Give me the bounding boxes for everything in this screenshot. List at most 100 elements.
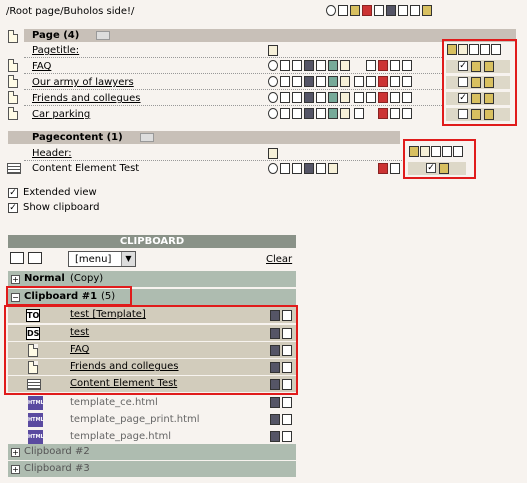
remove-icon[interactable] xyxy=(282,397,292,408)
copy-icon[interactable] xyxy=(458,44,468,55)
indent-icon[interactable] xyxy=(402,92,412,103)
row-checkbox[interactable] xyxy=(458,109,468,119)
edit-icon[interactable] xyxy=(280,163,290,174)
remove-icon[interactable] xyxy=(282,431,292,442)
page-row-faq[interactable]: FAQ xyxy=(32,61,51,72)
move-icon[interactable] xyxy=(292,108,302,119)
history-icon[interactable] xyxy=(316,108,326,119)
delete-icon[interactable] xyxy=(386,5,396,16)
new-icon[interactable] xyxy=(340,92,350,103)
page-row-friends[interactable]: Friends and collegues xyxy=(32,93,141,104)
row-checkbox[interactable] xyxy=(458,77,468,87)
history-icon[interactable] xyxy=(316,92,326,103)
hide-icon[interactable] xyxy=(378,163,388,174)
clear-link[interactable]: Clear xyxy=(266,254,292,265)
sort-up-icon[interactable] xyxy=(354,108,364,119)
expand-icon[interactable]: + xyxy=(11,465,20,474)
row-checkbox[interactable]: ✓ xyxy=(426,163,436,173)
new-record-icon[interactable] xyxy=(268,148,278,159)
page-row-lawyers[interactable]: Our army of lawyers xyxy=(32,77,134,88)
copy-to-clipboard-icon[interactable] xyxy=(439,163,449,174)
select-all-icon[interactable] xyxy=(491,44,501,55)
delete-icon[interactable] xyxy=(390,76,400,87)
edit-icon[interactable] xyxy=(280,108,290,119)
move-icon[interactable] xyxy=(292,163,302,174)
row-checkbox[interactable]: ✓ xyxy=(458,61,468,71)
info-icon[interactable] xyxy=(304,60,314,71)
cut-icon[interactable] xyxy=(410,5,420,16)
delete-icon[interactable] xyxy=(390,108,400,119)
info-icon[interactable] xyxy=(270,414,280,425)
select-all-icon[interactable] xyxy=(453,146,463,157)
template-file-label[interactable]: template_page.html xyxy=(70,431,171,442)
hide-icon[interactable] xyxy=(378,60,388,71)
edit-icon[interactable] xyxy=(469,44,479,55)
copy-icon[interactable] xyxy=(420,146,430,157)
template-file-label[interactable]: template_page_print.html xyxy=(70,414,200,425)
cut-to-clipboard-icon[interactable] xyxy=(484,77,494,88)
hide-icon[interactable] xyxy=(378,108,388,119)
indent-icon[interactable] xyxy=(402,76,412,87)
info-icon[interactable] xyxy=(304,163,314,174)
sort-down-icon[interactable] xyxy=(366,92,376,103)
camera-icon[interactable] xyxy=(10,252,24,264)
page-properties-icon[interactable] xyxy=(350,5,360,16)
template-file-label[interactable]: template_ce.html xyxy=(70,397,158,408)
sort-up-icon[interactable] xyxy=(354,76,364,87)
info-icon[interactable] xyxy=(270,431,280,442)
info-icon[interactable] xyxy=(304,76,314,87)
new-icon[interactable] xyxy=(328,163,338,174)
new-record-icon[interactable] xyxy=(268,45,278,56)
info-icon[interactable] xyxy=(304,92,314,103)
move-icon[interactable] xyxy=(292,76,302,87)
new-page-icon[interactable] xyxy=(8,30,18,43)
delete-icon[interactable] xyxy=(442,146,452,157)
search-icon[interactable] xyxy=(268,108,278,119)
perms-icon[interactable] xyxy=(328,92,338,103)
paste-icon[interactable] xyxy=(447,44,457,55)
history-icon[interactable] xyxy=(316,163,326,174)
search-icon[interactable] xyxy=(268,76,278,87)
info-icon[interactable] xyxy=(270,397,280,408)
new-icon[interactable] xyxy=(340,108,350,119)
show-clipboard-checkbox[interactable]: ✓ xyxy=(8,203,18,213)
copy-to-clipboard-icon[interactable] xyxy=(471,109,481,120)
new-icon[interactable] xyxy=(340,60,350,71)
info-icon[interactable] xyxy=(304,108,314,119)
expand-icon[interactable] xyxy=(96,31,110,40)
cut-to-clipboard-icon[interactable] xyxy=(484,93,494,104)
move-icon[interactable] xyxy=(292,92,302,103)
copy-icon[interactable] xyxy=(28,252,42,264)
expand-icon[interactable]: + xyxy=(11,448,20,457)
delete-icon[interactable] xyxy=(390,92,400,103)
sort-up-icon[interactable] xyxy=(354,92,364,103)
edit-icon[interactable] xyxy=(280,92,290,103)
search-icon[interactable] xyxy=(326,5,336,16)
history-icon[interactable] xyxy=(316,60,326,71)
cut-to-clipboard-icon[interactable] xyxy=(484,61,494,72)
clipboard-menu-select[interactable]: [menu] ▼ xyxy=(68,251,136,267)
paste-icon[interactable] xyxy=(422,5,432,16)
history-icon[interactable] xyxy=(316,76,326,87)
sort-down-icon[interactable] xyxy=(366,76,376,87)
copy-to-clipboard-icon[interactable] xyxy=(471,77,481,88)
clipboard-group-2[interactable]: + Clipboard #2 xyxy=(8,444,296,461)
indent-icon[interactable] xyxy=(402,108,412,119)
paste-icon[interactable] xyxy=(409,146,419,157)
sort-down-icon[interactable] xyxy=(366,60,376,71)
delete-icon[interactable] xyxy=(390,60,400,71)
expand-icon[interactable]: + xyxy=(11,275,20,284)
clipboard-group-3[interactable]: + Clipboard #3 xyxy=(8,461,296,478)
delete-icon[interactable] xyxy=(480,44,490,55)
delete-icon[interactable] xyxy=(390,163,400,174)
edit-page-icon[interactable] xyxy=(338,5,348,16)
search-icon[interactable] xyxy=(268,163,278,174)
header-column-link[interactable]: Header: xyxy=(32,148,72,159)
remove-icon[interactable] xyxy=(282,414,292,425)
search-icon[interactable] xyxy=(268,60,278,71)
row-checkbox[interactable]: ✓ xyxy=(458,93,468,103)
content-row-label[interactable]: Content Element Test xyxy=(32,163,139,174)
hide-icon[interactable] xyxy=(378,92,388,103)
edit-icon[interactable] xyxy=(431,146,441,157)
perms-icon[interactable] xyxy=(328,76,338,87)
